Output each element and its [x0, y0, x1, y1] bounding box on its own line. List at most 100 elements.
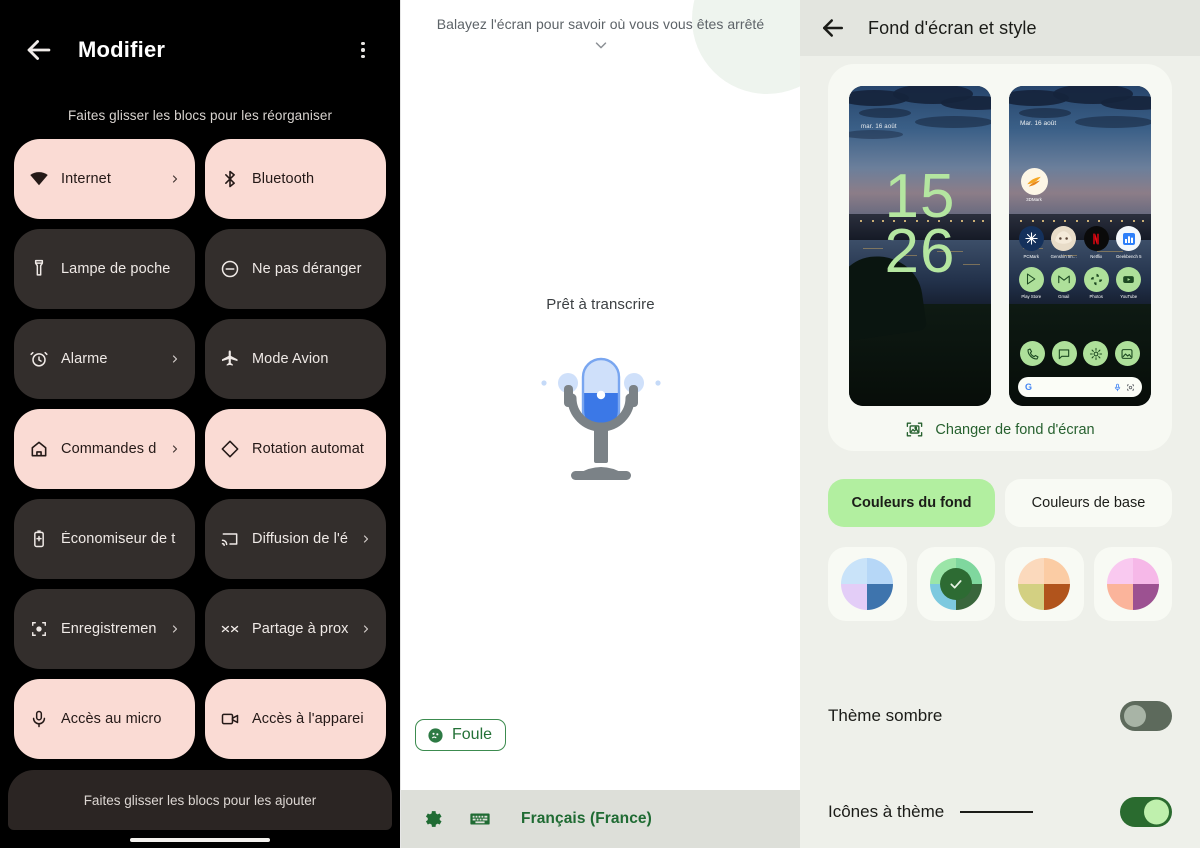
messages-icon[interactable]: [1051, 341, 1077, 366]
qs-tile-label: Partage à prox: [252, 621, 349, 637]
color-source-tabs: Couleurs du fond Couleurs de base: [800, 451, 1200, 527]
wallpaper-preview-card: mar. 16 août 15 26 Mar. 16 août 3DMark P…: [828, 64, 1172, 451]
google-lens-icon[interactable]: [1126, 383, 1135, 392]
app-label: Genshin Im…: [1050, 253, 1077, 259]
chevron-right-icon[interactable]: [169, 353, 181, 365]
qs-tile-label: Accès au micro: [61, 711, 162, 727]
app-label: PCMark: [1023, 253, 1040, 259]
sound-event-tag[interactable]: Foule: [415, 719, 507, 751]
app-row-1: PCMark Genshin Im… Netflix Geekbench 5: [1009, 226, 1151, 259]
bluetooth-icon: [219, 168, 241, 190]
lock-screen-date: mar. 16 août: [861, 124, 897, 130]
setting-label: Icônes à thème: [828, 802, 945, 821]
qs-tile-screen-record[interactable]: Enregistremen: [14, 589, 195, 669]
qs-tile-nearby-share[interactable]: Partage à prox: [205, 589, 386, 669]
netflix-icon: [1083, 226, 1109, 251]
app-label: YouTube: [1120, 294, 1138, 299]
qs-tile-cast[interactable]: Diffusion de l'é: [205, 499, 386, 579]
qs-tile-label: Internet: [61, 171, 111, 187]
add-tiles-hint: Faites glisser les blocs pour les ajoute…: [83, 792, 317, 808]
qs-tile-label: Diffusion de l'é: [252, 531, 348, 547]
geekbench-icon: [1116, 226, 1142, 251]
camera-icon: [219, 708, 241, 730]
chevron-right-icon[interactable]: [169, 443, 181, 455]
swatch-green[interactable]: [916, 547, 995, 621]
screen-rotation-icon: [219, 438, 241, 460]
cast-icon: [219, 528, 241, 550]
microphone-icon: [28, 708, 50, 730]
app-label: Geekbench 5: [1115, 253, 1142, 259]
swatch-orange[interactable]: [1005, 547, 1084, 621]
qs-tile-label: Mode Avion: [252, 351, 329, 367]
dark-theme-toggle[interactable]: [1120, 701, 1172, 731]
qs-tile-bluetooth[interactable]: Bluetooth: [205, 139, 386, 219]
swatch-blue-lilac[interactable]: [828, 547, 907, 621]
phone-icon[interactable]: [1020, 341, 1046, 366]
page-title: Fond d'écran et style: [868, 17, 1037, 38]
back-icon[interactable]: [818, 13, 848, 43]
language-label[interactable]: Français (France): [521, 810, 652, 828]
clock-minutes: 26: [884, 216, 956, 286]
app-youtube[interactable]: YouTube: [1115, 266, 1142, 299]
gear-icon[interactable]: [1083, 341, 1109, 366]
app-label: Photos: [1089, 294, 1103, 299]
qs-tile-mic-access[interactable]: Accès au micro: [14, 679, 195, 759]
transcribe-status: Prêt à transcrire: [546, 296, 655, 313]
alarm-icon: [28, 348, 50, 370]
chevron-right-icon[interactable]: [360, 623, 372, 635]
setting-themed-icons[interactable]: Icônes à thème: [800, 785, 1200, 839]
gallery-icon[interactable]: [1114, 341, 1140, 366]
quick-settings-tile-grid: Internet Bluetooth Lampe de poche Ne pas…: [0, 139, 400, 759]
play-store-icon: [1018, 266, 1044, 292]
change-wallpaper-label: Changer de fond d'écran: [935, 421, 1095, 438]
tab-wallpaper-colors[interactable]: Couleurs du fond: [828, 479, 995, 527]
swatch-pink[interactable]: [1093, 547, 1172, 621]
color-pie: [1018, 558, 1071, 610]
chevron-right-icon[interactable]: [169, 623, 181, 635]
qs-tile-internet[interactable]: Internet: [14, 139, 195, 219]
do-not-disturb-icon: [219, 258, 241, 280]
wallpaper-previews: mar. 16 août 15 26 Mar. 16 août 3DMark P…: [828, 86, 1172, 406]
home-widget-3dmark[interactable]: 3DMark: [1019, 168, 1049, 202]
scroll-hint: Balayez l'écran pour savoir où vous vous…: [436, 16, 765, 32]
youtube-icon: [1116, 266, 1142, 292]
pcmark-icon: [1018, 226, 1044, 251]
qs-tile-alarm[interactable]: Alarme: [14, 319, 195, 399]
gear-icon[interactable]: [419, 806, 445, 832]
back-icon[interactable]: [22, 33, 56, 67]
keyboard-icon[interactable]: [467, 806, 493, 832]
qs-tile-label: Enregistremen: [61, 621, 157, 637]
qs-tile-do-not-disturb[interactable]: Ne pas déranger: [205, 229, 386, 309]
chevron-right-icon[interactable]: [360, 533, 372, 545]
qs-tile-battery-saver[interactable]: Économiseur de t: [14, 499, 195, 579]
qs-tile-auto-rotate[interactable]: Rotation automat: [205, 409, 386, 489]
app-play-store[interactable]: Play Store: [1018, 266, 1045, 299]
wallpaper-and-style-screen: Fond d'écran et style mar. 16 août 15 26…: [800, 0, 1200, 848]
qs-tile-camera-access[interactable]: Accès à l'apparei: [205, 679, 386, 759]
more-vert-icon[interactable]: [348, 35, 378, 65]
qs-tile-flashlight[interactable]: Lampe de poche: [14, 229, 195, 309]
chevron-down-icon[interactable]: [401, 36, 800, 54]
qs-tile-label: Économiseur de t: [61, 531, 176, 547]
tab-basic-colors[interactable]: Couleurs de base: [1005, 479, 1172, 527]
app-geekbench[interactable]: Geekbench 5: [1115, 226, 1142, 259]
themed-icons-toggle[interactable]: [1120, 797, 1172, 827]
chevron-right-icon[interactable]: [169, 173, 181, 185]
home-screen-preview[interactable]: Mar. 16 août 3DMark PCMark Genshin Im… N…: [1009, 86, 1151, 406]
nav-gesture-bar[interactable]: [130, 838, 270, 842]
app-pcmark[interactable]: PCMark: [1018, 226, 1045, 259]
color-pie: [841, 558, 894, 610]
setting-dark-theme[interactable]: Thème sombre: [800, 689, 1200, 743]
microphone-icon[interactable]: [1113, 383, 1122, 392]
lock-screen-preview[interactable]: mar. 16 août 15 26: [849, 86, 991, 406]
app-row-2: Play Store Gmail Photos YouTube: [1009, 266, 1151, 299]
google-search-bar[interactable]: G: [1018, 377, 1142, 397]
change-wallpaper-button[interactable]: Changer de fond d'écran: [828, 420, 1172, 439]
app-photos[interactable]: Photos: [1083, 266, 1110, 299]
add-tiles-dropzone[interactable]: Faites glisser les blocs pour les ajoute…: [8, 770, 392, 830]
qs-tile-airplane-mode[interactable]: Mode Avion: [205, 319, 386, 399]
app-genshin[interactable]: Genshin Im…: [1050, 226, 1077, 259]
app-gmail[interactable]: Gmail: [1050, 266, 1077, 299]
qs-tile-home-controls[interactable]: Commandes d: [14, 409, 195, 489]
app-netflix[interactable]: Netflix: [1083, 226, 1110, 259]
